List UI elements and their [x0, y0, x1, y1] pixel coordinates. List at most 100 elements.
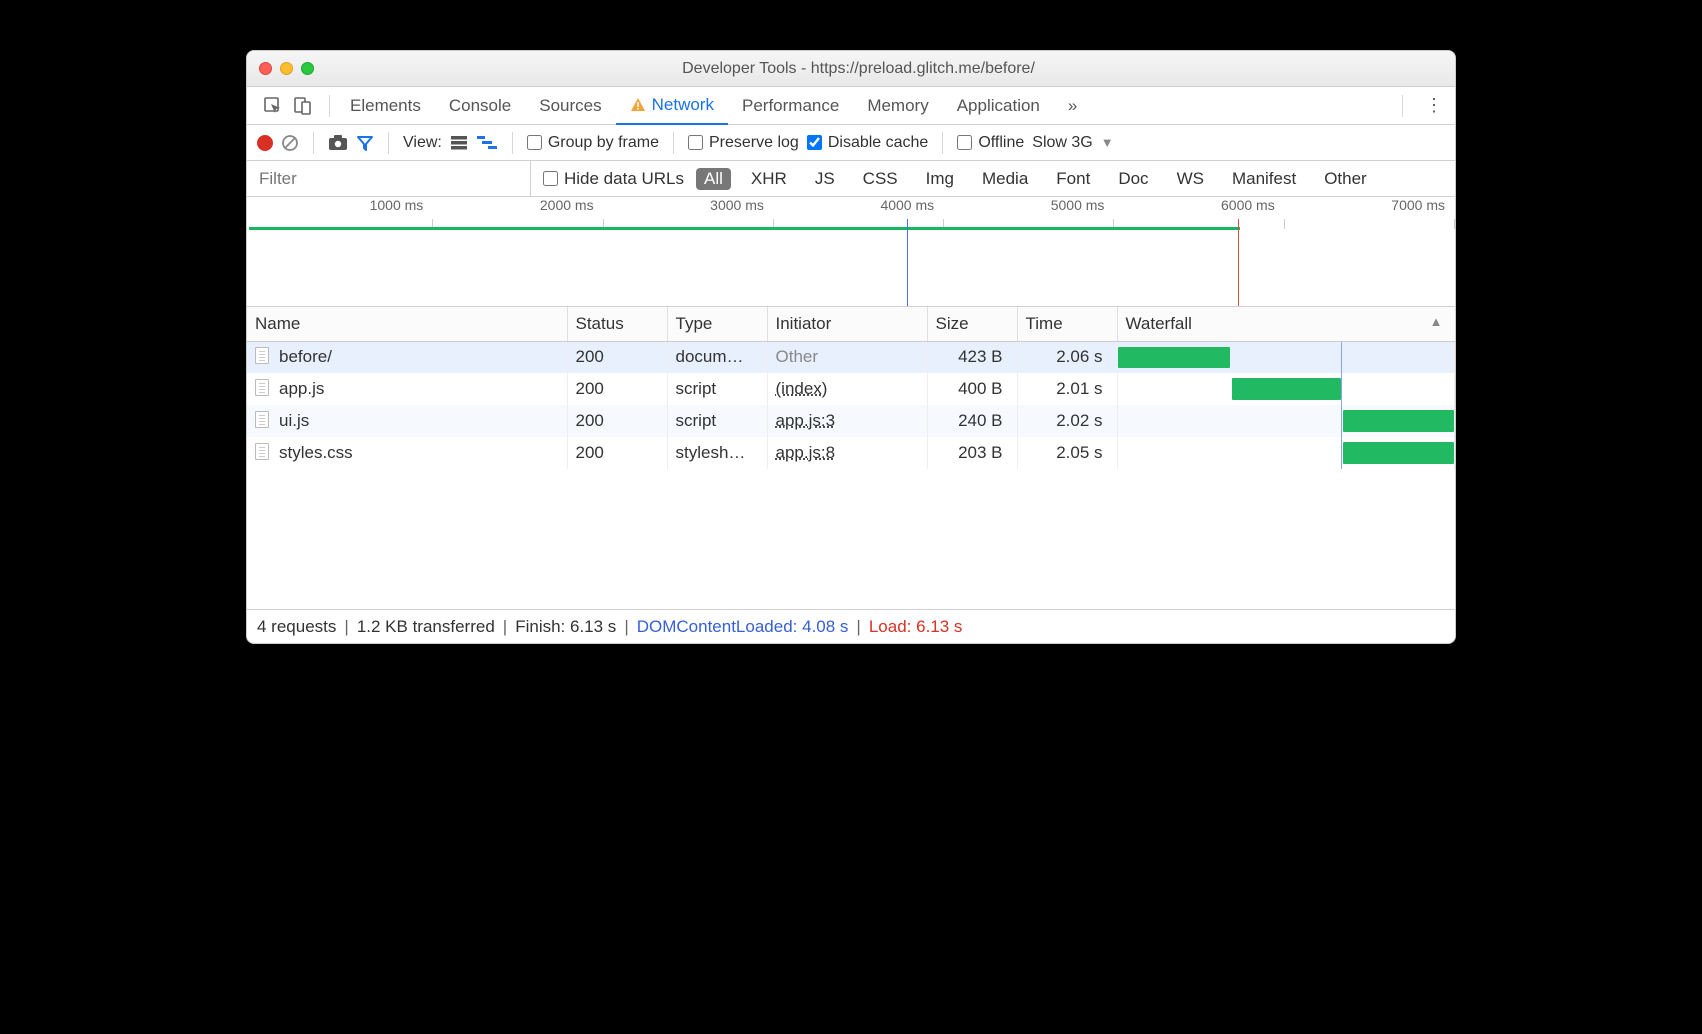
col-type[interactable]: Type: [667, 307, 767, 341]
requests-empty-area: [247, 469, 1455, 609]
col-status[interactable]: Status: [567, 307, 667, 341]
throttling-select[interactable]: Slow 3G ▼: [1032, 134, 1113, 152]
window-title: Developer Tools - https://preload.glitch…: [322, 60, 1443, 78]
throttling-value: Slow 3G: [1032, 134, 1092, 152]
separator: [673, 132, 674, 154]
waterfall-bar: [1232, 378, 1341, 400]
status-bar: 4 requests| 1.2 KB transferred| Finish: …: [247, 609, 1455, 643]
tab-sources[interactable]: Sources: [525, 87, 615, 124]
file-icon: [255, 379, 269, 396]
cell-initiator[interactable]: app.js:8: [767, 437, 927, 469]
cell-size: 240 B: [927, 405, 1017, 437]
cell-name: ui.js: [247, 405, 567, 437]
waterfall-dcl-line: [1341, 342, 1342, 374]
separator: [329, 95, 330, 117]
cell-initiator[interactable]: Other: [767, 341, 927, 373]
traffic-lights: [259, 62, 314, 75]
preserve-log-checkbox[interactable]: Preserve log: [688, 134, 799, 152]
table-row[interactable]: styles.css200stylesh…app.js:8203 B2.05 s: [247, 437, 1455, 469]
col-initiator[interactable]: Initiator: [767, 307, 927, 341]
filter-type-all[interactable]: All: [696, 168, 731, 190]
cell-type: script: [667, 373, 767, 405]
cell-name: styles.css: [247, 437, 567, 469]
status-requests: 4 requests: [257, 617, 336, 637]
filter-type-css[interactable]: CSS: [855, 168, 906, 190]
filter-input[interactable]: [251, 161, 531, 196]
timeline-overview[interactable]: 1000 ms 2000 ms 3000 ms 4000 ms 5000 ms …: [247, 197, 1455, 307]
col-waterfall[interactable]: Waterfall▲: [1117, 307, 1455, 341]
filter-type-doc[interactable]: Doc: [1110, 168, 1156, 190]
large-rows-icon[interactable]: [450, 135, 468, 151]
zoom-icon[interactable]: [301, 62, 314, 75]
separator: [942, 132, 943, 154]
filter-icon[interactable]: [356, 134, 374, 152]
table-row[interactable]: app.js200script(index)400 B2.01 s: [247, 373, 1455, 405]
hide-data-urls-checkbox[interactable]: Hide data URLs: [543, 169, 684, 189]
clear-icon[interactable]: [281, 134, 299, 152]
disable-cache-input[interactable]: [807, 135, 822, 150]
waterfall-dcl-line: [1341, 373, 1342, 405]
tab-console[interactable]: Console: [435, 87, 525, 124]
devtools-window: Developer Tools - https://preload.glitch…: [246, 50, 1456, 644]
filter-type-js[interactable]: JS: [807, 168, 843, 190]
overview-load-line: [1238, 219, 1240, 306]
table-row[interactable]: ui.js200scriptapp.js:3240 B2.02 s: [247, 405, 1455, 437]
cell-time: 2.02 s: [1017, 405, 1117, 437]
tabs-overflow[interactable]: »: [1054, 87, 1091, 124]
settings-menu-icon[interactable]: ⋮: [1419, 95, 1449, 116]
preserve-log-input[interactable]: [688, 135, 703, 150]
cell-initiator[interactable]: app.js:3: [767, 405, 927, 437]
cell-status: 200: [567, 437, 667, 469]
status-finish: Finish: 6.13 s: [515, 617, 616, 637]
device-toggle-icon[interactable]: [293, 96, 313, 116]
tab-performance[interactable]: Performance: [728, 87, 853, 124]
overview-tick: 3000 ms: [604, 197, 774, 219]
filter-type-img[interactable]: Img: [918, 168, 962, 190]
overview-domcontentloaded-line: [907, 219, 909, 306]
filter-type-other[interactable]: Other: [1316, 168, 1375, 190]
offline-checkbox[interactable]: Offline: [957, 134, 1024, 152]
col-size[interactable]: Size: [927, 307, 1017, 341]
filter-type-font[interactable]: Font: [1048, 168, 1098, 190]
cell-size: 423 B: [927, 341, 1017, 373]
waterfall-bar: [1343, 442, 1454, 464]
cell-status: 200: [567, 405, 667, 437]
chevron-down-icon: ▼: [1101, 135, 1114, 150]
sort-asc-icon: ▲: [1430, 314, 1443, 329]
table-row[interactable]: before/200docum…Other423 B2.06 s: [247, 341, 1455, 373]
close-icon[interactable]: [259, 62, 272, 75]
cell-waterfall: [1117, 341, 1455, 373]
minimize-icon[interactable]: [280, 62, 293, 75]
hide-data-urls-input[interactable]: [543, 171, 558, 186]
filter-type-ws[interactable]: WS: [1169, 168, 1212, 190]
tab-network[interactable]: Network: [616, 88, 728, 125]
cell-status: 200: [567, 341, 667, 373]
view-label: View:: [403, 134, 442, 152]
filter-type-manifest[interactable]: Manifest: [1224, 168, 1304, 190]
col-name[interactable]: Name: [247, 307, 567, 341]
offline-input[interactable]: [957, 135, 972, 150]
cell-initiator[interactable]: (index): [767, 373, 927, 405]
waterfall-overview-icon[interactable]: [476, 135, 498, 151]
file-icon: [255, 443, 269, 460]
group-by-frame-checkbox[interactable]: Group by frame: [527, 134, 659, 152]
capture-screenshots-icon[interactable]: [328, 135, 348, 151]
overview-tick: 6000 ms: [1114, 197, 1284, 219]
separator: [1402, 95, 1403, 117]
cell-waterfall: [1117, 437, 1455, 469]
group-by-frame-input[interactable]: [527, 135, 542, 150]
col-time[interactable]: Time: [1017, 307, 1117, 341]
cell-size: 400 B: [927, 373, 1017, 405]
tab-memory[interactable]: Memory: [853, 87, 942, 124]
tab-elements[interactable]: Elements: [336, 87, 435, 124]
cell-name: before/: [247, 341, 567, 373]
tab-application[interactable]: Application: [943, 87, 1054, 124]
cell-waterfall: [1117, 373, 1455, 405]
filter-type-media[interactable]: Media: [974, 168, 1036, 190]
filter-type-xhr[interactable]: XHR: [743, 168, 795, 190]
separator: [313, 132, 314, 154]
inspect-element-icon[interactable]: [263, 96, 283, 116]
record-icon[interactable]: [257, 135, 273, 151]
disable-cache-checkbox[interactable]: Disable cache: [807, 134, 929, 152]
file-icon: [255, 411, 269, 428]
